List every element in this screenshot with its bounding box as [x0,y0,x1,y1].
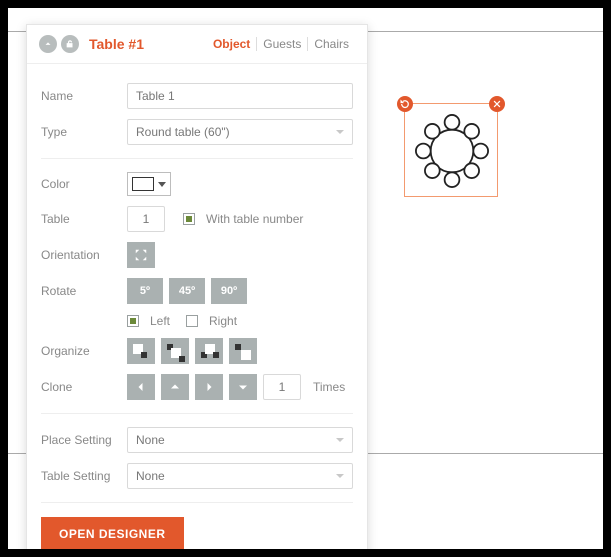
label-table-setting: Table Setting [41,469,127,483]
clone-down-button[interactable] [229,374,257,400]
with-table-number-label: With table number [206,212,303,226]
object-properties-panel: Table #1 Object Guests Chairs Name Type … [26,24,368,557]
name-input[interactable] [127,83,353,109]
tab-chairs[interactable]: Chairs [307,37,355,51]
tab-object[interactable]: Object [207,37,256,51]
color-picker[interactable] [127,172,171,196]
label-color: Color [41,177,127,191]
rotate-left-label: Left [150,314,170,328]
type-select[interactable]: Round table (60") [127,119,353,145]
label-place-setting: Place Setting [41,433,127,447]
bring-forward-button[interactable] [195,338,223,364]
bring-to-front-button[interactable] [229,338,257,364]
send-to-back-button[interactable] [127,338,155,364]
clone-up-button[interactable] [161,374,189,400]
canvas-selected-object[interactable] [404,103,498,197]
place-setting-select[interactable]: None [127,427,353,453]
send-backward-button[interactable] [161,338,189,364]
tab-guests[interactable]: Guests [256,37,307,51]
clone-left-button[interactable] [127,374,155,400]
table-number-input[interactable] [127,206,165,232]
open-designer-button[interactable]: OPEN DESIGNER [41,517,184,551]
table-setting-select[interactable]: None [127,463,353,489]
rotate-90-button[interactable]: 90º [211,278,247,304]
rotate-5-button[interactable]: 5º [127,278,163,304]
panel-title: Table #1 [89,36,144,52]
label-name: Name [41,89,127,103]
clone-times-label: Times [313,380,345,394]
label-type: Type [41,125,127,139]
rotate-right-label: Right [209,314,237,328]
label-table: Table [41,212,127,226]
orientation-expand-button[interactable] [127,242,155,268]
clone-count-input[interactable] [263,374,301,400]
label-organize: Organize [41,344,127,358]
label-orientation: Orientation [41,248,127,262]
with-table-number-checkbox[interactable] [183,213,195,225]
collapse-icon[interactable] [39,35,57,53]
lock-icon[interactable] [61,35,79,53]
clone-right-button[interactable] [195,374,223,400]
rotate-left-checkbox[interactable] [127,315,139,327]
label-rotate: Rotate [41,284,127,298]
rotate-right-checkbox[interactable] [186,315,198,327]
round-table-icon [411,110,493,192]
label-clone: Clone [41,380,127,394]
rotate-45-button[interactable]: 45º [169,278,205,304]
